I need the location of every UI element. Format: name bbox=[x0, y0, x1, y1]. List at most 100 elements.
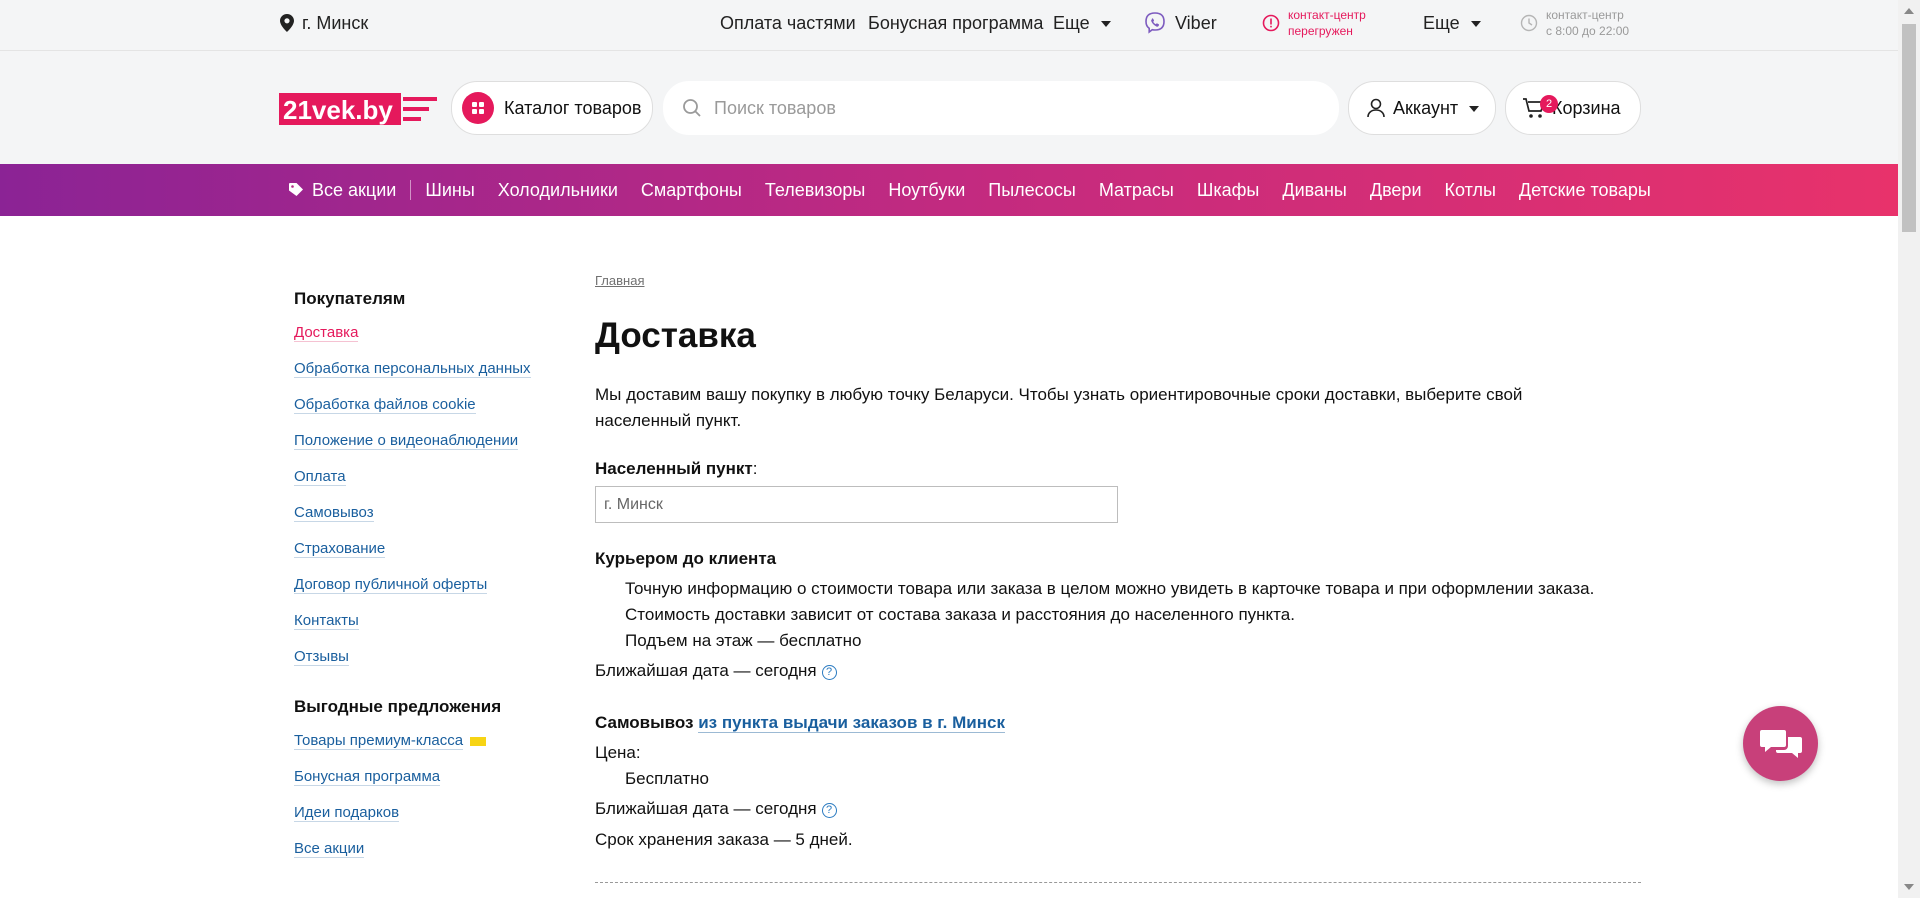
more-dropdown[interactable]: Еще bbox=[1053, 0, 1111, 46]
nav-item-mattresses[interactable]: Матрасы bbox=[1099, 180, 1174, 201]
catalog-button[interactable]: Каталог товаров bbox=[451, 81, 653, 135]
sidebar-link-offer[interactable]: Договор публичной оферты bbox=[294, 576, 488, 594]
nav-item-vacuums[interactable]: Пылесосы bbox=[988, 180, 1076, 201]
nav-item-fridges[interactable]: Холодильники bbox=[498, 180, 618, 201]
sidebar-link-cookie[interactable]: Обработка файлов cookie bbox=[294, 396, 476, 414]
sidebar-link-insurance[interactable]: Страхование bbox=[294, 540, 386, 558]
pickup-title: Самовывоз из пункта выдачи заказов в г. … bbox=[595, 713, 1005, 733]
courier-nearest-text: Ближайшая дата — сегодня bbox=[595, 661, 817, 680]
pickup-nearest-text: Ближайшая дата — сегодня bbox=[595, 799, 817, 818]
locality-label-colon: : bbox=[752, 459, 758, 478]
alert-circle-icon bbox=[1262, 14, 1280, 32]
sidebar-link-delivery[interactable]: Доставка bbox=[294, 324, 359, 342]
logo[interactable]: 21vek.by bbox=[279, 92, 437, 126]
sidebar-link-contacts[interactable]: Контакты bbox=[294, 612, 359, 630]
sidebar-link-pickup[interactable]: Самовывоз bbox=[294, 504, 374, 522]
sidebar-link-bonus[interactable]: Бонусная программа bbox=[294, 768, 441, 786]
intro-text: Мы доставим вашу покупку в любую точку Б… bbox=[595, 385, 1523, 430]
site-header: 21vek.by Каталог товаров Поиск товаров А… bbox=[0, 51, 1898, 164]
scrollbar-thumb[interactable] bbox=[1902, 24, 1916, 232]
sidebar-item: Все акции bbox=[294, 831, 564, 867]
search-input[interactable]: Поиск товаров bbox=[663, 81, 1339, 135]
sidebar-link-gift-ideas[interactable]: Идеи подарков bbox=[294, 804, 400, 822]
hours-line1: контакт-центр bbox=[1546, 8, 1624, 22]
nav-item-wardrobes[interactable]: Шкафы bbox=[1197, 180, 1260, 201]
nav-all-promos-label: Все акции bbox=[312, 179, 397, 200]
locality-field[interactable] bbox=[595, 486, 1118, 523]
sidebar-link-all-promos[interactable]: Все акции bbox=[294, 840, 365, 858]
scroll-up-icon[interactable] bbox=[1904, 8, 1914, 14]
page-scrollbar[interactable] bbox=[1898, 0, 1920, 898]
sidebar-link-video[interactable]: Положение о видеонаблюдении bbox=[294, 432, 519, 450]
nav-item-doors[interactable]: Двери bbox=[1370, 180, 1422, 201]
search-icon bbox=[683, 99, 701, 117]
sidebar-link-payment[interactable]: Оплата bbox=[294, 468, 346, 486]
hours-line2: с 8:00 до 22:00 bbox=[1546, 24, 1630, 38]
viber-link[interactable]: Viber bbox=[1143, 0, 1217, 46]
nav-divider bbox=[410, 180, 412, 200]
sidebar-item: Самовывоз bbox=[294, 495, 564, 531]
sidebar-item: Страхование bbox=[294, 531, 564, 567]
locality-label: Населенный пункт: bbox=[595, 459, 757, 479]
account-label: Аккаунт bbox=[1393, 97, 1459, 118]
sidebar-item: Договор публичной оферты bbox=[294, 567, 564, 603]
pickup-price-label: Цена: bbox=[595, 743, 641, 762]
section-divider bbox=[595, 882, 1641, 883]
nav-item-kids[interactable]: Детские товары bbox=[1519, 180, 1651, 201]
sidebar-item: Доставка bbox=[294, 315, 564, 351]
sidebar-link-personal-data[interactable]: Обработка персональных данных bbox=[294, 360, 531, 378]
sidebar-section-title: Покупателям bbox=[294, 289, 406, 308]
nav-item-sofas[interactable]: Диваны bbox=[1282, 180, 1347, 201]
nav-item-all-promos[interactable]: Все акции bbox=[288, 180, 396, 201]
courier-line-2: Стоимость доставки зависит от состава за… bbox=[625, 605, 1295, 624]
sidebar: Покупателям Доставка Обработка персональ… bbox=[294, 289, 564, 867]
nav-item-tvs[interactable]: Телевизоры bbox=[765, 180, 866, 201]
breadcrumb[interactable]: Главная bbox=[595, 273, 644, 288]
locality-label-text: Населенный пункт bbox=[595, 459, 753, 478]
chat-button[interactable] bbox=[1743, 706, 1818, 781]
category-nav-bar: Все акции Шины Холодильники Смартфоны Те… bbox=[0, 164, 1898, 216]
nav-item-laptops[interactable]: Ноутбуки bbox=[888, 180, 965, 201]
courier-line-1: Точную информацию о стоимости товара или… bbox=[625, 579, 1595, 598]
sidebar-item: Бонусная программа bbox=[294, 759, 564, 795]
viber-icon bbox=[1145, 12, 1165, 34]
cart-button[interactable]: 2 Корзина bbox=[1505, 81, 1641, 135]
chevron-down-icon bbox=[1469, 106, 1480, 112]
more-dropdown-2[interactable]: Еще bbox=[1423, 0, 1481, 46]
viber-label: Viber bbox=[1175, 12, 1217, 33]
pickup-price-value: Бесплатно bbox=[625, 769, 709, 788]
pickup-title-text: Самовывоз bbox=[595, 713, 694, 732]
account-button[interactable]: Аккаунт bbox=[1348, 81, 1496, 135]
nav-item-tires[interactable]: Шины bbox=[425, 180, 474, 201]
cart-label: Корзина bbox=[1552, 97, 1621, 118]
sidebar-section-title-2: Выгодные предложения bbox=[294, 697, 502, 716]
more-label-2: Еще bbox=[1423, 12, 1460, 33]
clock-icon bbox=[1520, 14, 1538, 32]
pickup-point-link[interactable]: из пункта выдачи заказов в г. Минск bbox=[698, 713, 1005, 733]
grid-icon bbox=[462, 92, 494, 124]
city-selector[interactable]: г. Минск bbox=[280, 0, 368, 46]
search-placeholder: Поиск товаров bbox=[714, 97, 836, 118]
pay-parts-link[interactable]: Оплата частями bbox=[720, 0, 856, 46]
nav-item-boilers[interactable]: Котлы bbox=[1445, 180, 1496, 201]
city-label: г. Минск bbox=[302, 12, 369, 33]
sidebar-item: Товары премиум-класса bbox=[294, 723, 564, 759]
sidebar-item: Обработка файлов cookie bbox=[294, 387, 564, 423]
bonus-program-link[interactable]: Бонусная программа bbox=[868, 0, 1043, 46]
courier-title: Курьером до клиента bbox=[595, 549, 777, 568]
sidebar-item: Положение о видеонаблюдении bbox=[294, 423, 564, 459]
nav-item-smartphones[interactable]: Смартфоны bbox=[641, 180, 742, 201]
cart-count-badge: 2 bbox=[1540, 95, 1558, 113]
contact-center-status: контакт-центр перегружен bbox=[1262, 0, 1366, 46]
sidebar-link-premium[interactable]: Товары премиум-класса bbox=[294, 732, 464, 750]
courier-nearest-date: Ближайшая дата — сегодня? bbox=[595, 661, 837, 681]
catalog-label: Каталог товаров bbox=[504, 97, 642, 118]
help-icon[interactable]: ? bbox=[821, 665, 837, 680]
more-label: Еще bbox=[1053, 12, 1090, 33]
scroll-down-icon[interactable] bbox=[1904, 884, 1914, 890]
sidebar-link-reviews[interactable]: Отзывы bbox=[294, 648, 349, 666]
courier-line-3: Подъем на этаж — бесплатно bbox=[625, 631, 862, 650]
page-title: Доставка bbox=[595, 316, 756, 355]
sidebar-item: Оплата bbox=[294, 459, 564, 495]
help-icon[interactable]: ? bbox=[821, 803, 837, 818]
